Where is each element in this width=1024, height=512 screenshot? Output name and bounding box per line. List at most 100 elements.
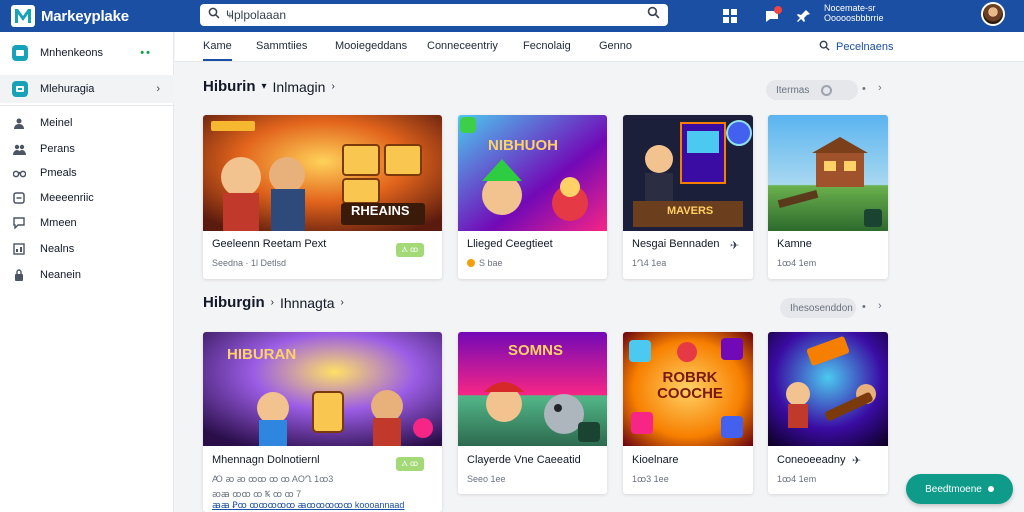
- notifications-icon[interactable]: [760, 5, 784, 27]
- search-submit-icon[interactable]: [647, 6, 660, 24]
- nav-link-label: Meeeenriic: [40, 192, 94, 204]
- nav-link-label: Mmeen: [40, 217, 77, 229]
- nav-link-label: Neanein: [40, 269, 81, 281]
- nav-link-mmeen[interactable]: Mmeen: [12, 215, 77, 231]
- nav-link-meinel[interactable]: Meinel: [12, 115, 72, 131]
- sidebar-item-label: Mlehuragia: [40, 83, 95, 95]
- app-title: Markeyplake: [41, 7, 129, 25]
- thumbnail-overlay-text: SOMNS: [508, 342, 564, 359]
- nav-link-perans[interactable]: Perans: [12, 141, 75, 157]
- search-icon: [819, 40, 830, 54]
- card-meta: Ꜵ ꜵ ꜵ ꝏꝏ ꝏ ꝏ AOՂ 1ꝏ3: [212, 474, 334, 484]
- tab-mooiegeddans[interactable]: Mooiegeddans: [335, 40, 407, 52]
- sidebar-item-storefront[interactable]: Mnhenkeons ••: [0, 39, 174, 67]
- chevron-right-icon[interactable]: ›: [271, 297, 274, 308]
- game-card[interactable]: ROBRK COOCHE Kioelnare 1ꝏ3 1ee: [623, 332, 753, 494]
- top-bar: Markeyplake Nocemate-sr Ooooosbbbrrie: [0, 0, 1024, 32]
- card-meta: 1ꝏ4 1em: [777, 474, 817, 484]
- apps-grid-icon[interactable]: [718, 5, 742, 27]
- pill-label: Ihesosenddon: [790, 302, 853, 314]
- sidebar-item-label: Mnhenkeons: [40, 47, 103, 59]
- card-meta-text: S bae: [479, 258, 503, 268]
- game-thumbnail: HIBURAN: [203, 332, 442, 446]
- avatar[interactable]: [981, 2, 1005, 26]
- scroll-right-icon[interactable]: ›: [878, 300, 882, 312]
- game-card[interactable]: RHEAINS Geeleenn Reetam Pext Ⲁ ꝏ Seedna …: [203, 115, 442, 279]
- card-meta: ꜵꜳ ꝏꝏ ꝏ Ꝅ ꝏ ꝏ 7: [212, 489, 302, 499]
- game-card[interactable]: Coneoeeadny ✈ 1ꝏ4 1em: [768, 332, 888, 494]
- notification-dot: [774, 6, 782, 14]
- chevron-right-icon[interactable]: ›: [341, 297, 344, 308]
- section-subtitle[interactable]: Inlmagin: [273, 79, 326, 95]
- section-filter-pill[interactable]: Itermas: [766, 80, 858, 100]
- sidebar-item-game[interactable]: Mlehuragia ›: [0, 75, 174, 103]
- card-link[interactable]: ꜳꜳ Ꝑꝏ ꝏꝏꝏꝏꝏ ꜳꝏꝏꝏꝏꝏ koooannaad: [212, 500, 404, 511]
- game-card[interactable]: HIBURAN Mhennagn Dolnotiernl Ⲁ ꝏ Ꜵ ꜵ ꜵ ꝏ…: [203, 332, 442, 512]
- section-header-1: Hiburin ▾ Inlmagin ›: [203, 78, 335, 95]
- chevron-right-icon: ›: [156, 83, 160, 95]
- card-meta: 1ꝏ4 1em: [777, 258, 817, 268]
- section-filter-pill[interactable]: Ihesosenddon: [780, 298, 856, 318]
- pin-icon[interactable]: ✈: [852, 454, 861, 467]
- fab-label: Beedtmoene: [925, 483, 982, 495]
- game-thumbnail: RHEAINS: [203, 115, 442, 231]
- message-icon: [12, 191, 26, 205]
- pin-icon[interactable]: ✈: [730, 239, 739, 252]
- scroll-right-icon[interactable]: ›: [878, 82, 882, 94]
- card-title: Geeleenn Reetam Pext: [212, 238, 327, 250]
- game-thumbnail: [768, 332, 888, 446]
- pin-icon[interactable]: [792, 5, 816, 27]
- tab-kame[interactable]: Kame: [203, 40, 232, 61]
- nav-link-pmeals[interactable]: Pmeals: [12, 165, 77, 181]
- nav-link-neanein[interactable]: Neanein: [12, 267, 81, 283]
- nav-link-meeeenriic[interactable]: Meeeenriic: [12, 190, 94, 206]
- subnav-search-link[interactable]: Pecelnaens: [819, 40, 894, 54]
- account-status[interactable]: Nocemate-sr Ooooosbbbrrie: [824, 3, 884, 23]
- search-bar[interactable]: [200, 4, 668, 26]
- card-title: Coneoeeadny: [777, 454, 846, 466]
- game-thumbnail: ROBRK COOCHE: [623, 332, 753, 446]
- card-title: Mhennagn Dolnotiernl: [212, 454, 320, 466]
- search-icon: [208, 6, 220, 24]
- nav-link-label: Perans: [40, 143, 75, 155]
- floating-action-button[interactable]: Beedtmoene: [906, 474, 1013, 504]
- game-thumbnail: MAVERS: [623, 115, 753, 231]
- search-input[interactable]: [226, 8, 641, 22]
- game-card[interactable]: NIBHUOH Llieged Ceegtieet S bae: [458, 115, 607, 279]
- tab-genno[interactable]: Genno: [599, 40, 632, 52]
- card-title: Kamne: [777, 238, 812, 250]
- section-header-2: Hiburgin › Ihnnagta ›: [203, 294, 344, 311]
- marketplace-logo-icon: [11, 5, 35, 27]
- pill-label: Itermas: [776, 84, 810, 96]
- thumbnail-overlay-text: MAVERS: [667, 205, 714, 217]
- sidebar: Mnhenkeons •• Mlehuragia › Meinel Perans…: [0, 32, 174, 512]
- thumbnail-overlay-text: ROBRK COOCHE: [657, 369, 723, 402]
- nav-link-label: Meinel: [40, 117, 73, 129]
- status-dot-icon: [987, 486, 994, 492]
- nav-link-nealns[interactable]: Nealns: [12, 241, 74, 257]
- tab-sammtiies[interactable]: Sammtiies: [256, 40, 307, 52]
- subnav-right-label: Pecelnaens: [836, 41, 894, 53]
- subnav-tabs: Kame Sammtiies Mooiegeddans Conneceentri…: [175, 32, 1024, 62]
- game-thumbnail: NIBHUOH: [458, 115, 607, 231]
- game-card[interactable]: Kamne 1ꝏ4 1em: [768, 115, 888, 279]
- game-thumbnail: SOMNS: [458, 332, 607, 446]
- card-meta: S bae: [467, 258, 503, 268]
- scroll-left-icon[interactable]: •: [862, 83, 866, 95]
- game-thumbnail: [768, 115, 888, 231]
- brand[interactable]: Markeyplake: [0, 5, 190, 27]
- card-title: Nesgai Bennaden: [632, 238, 720, 250]
- coin-icon: [467, 259, 475, 267]
- chat-icon: [12, 216, 26, 230]
- status-badge: Ⲁ ꝏ: [396, 243, 425, 257]
- scroll-left-icon[interactable]: •: [862, 301, 866, 313]
- game-card[interactable]: SOMNS Clayerde Vne Caeeatid Seeo 1ee: [458, 332, 607, 494]
- section-subtitle[interactable]: Ihnnagta: [280, 295, 335, 311]
- tab-fecnolaig[interactable]: Fecnolaig: [523, 40, 571, 52]
- tab-conneceentriy[interactable]: Conneceentriy: [427, 40, 498, 52]
- chevron-right-icon[interactable]: ›: [331, 81, 334, 92]
- nav-link-label: Nealns: [40, 243, 75, 255]
- chevron-down-icon[interactable]: ▾: [262, 81, 267, 92]
- thumbnail-overlay-text: RHEAINS: [351, 203, 410, 218]
- game-card[interactable]: MAVERS Nesgai Bennaden ✈ 1Ղ4 1ea: [623, 115, 753, 279]
